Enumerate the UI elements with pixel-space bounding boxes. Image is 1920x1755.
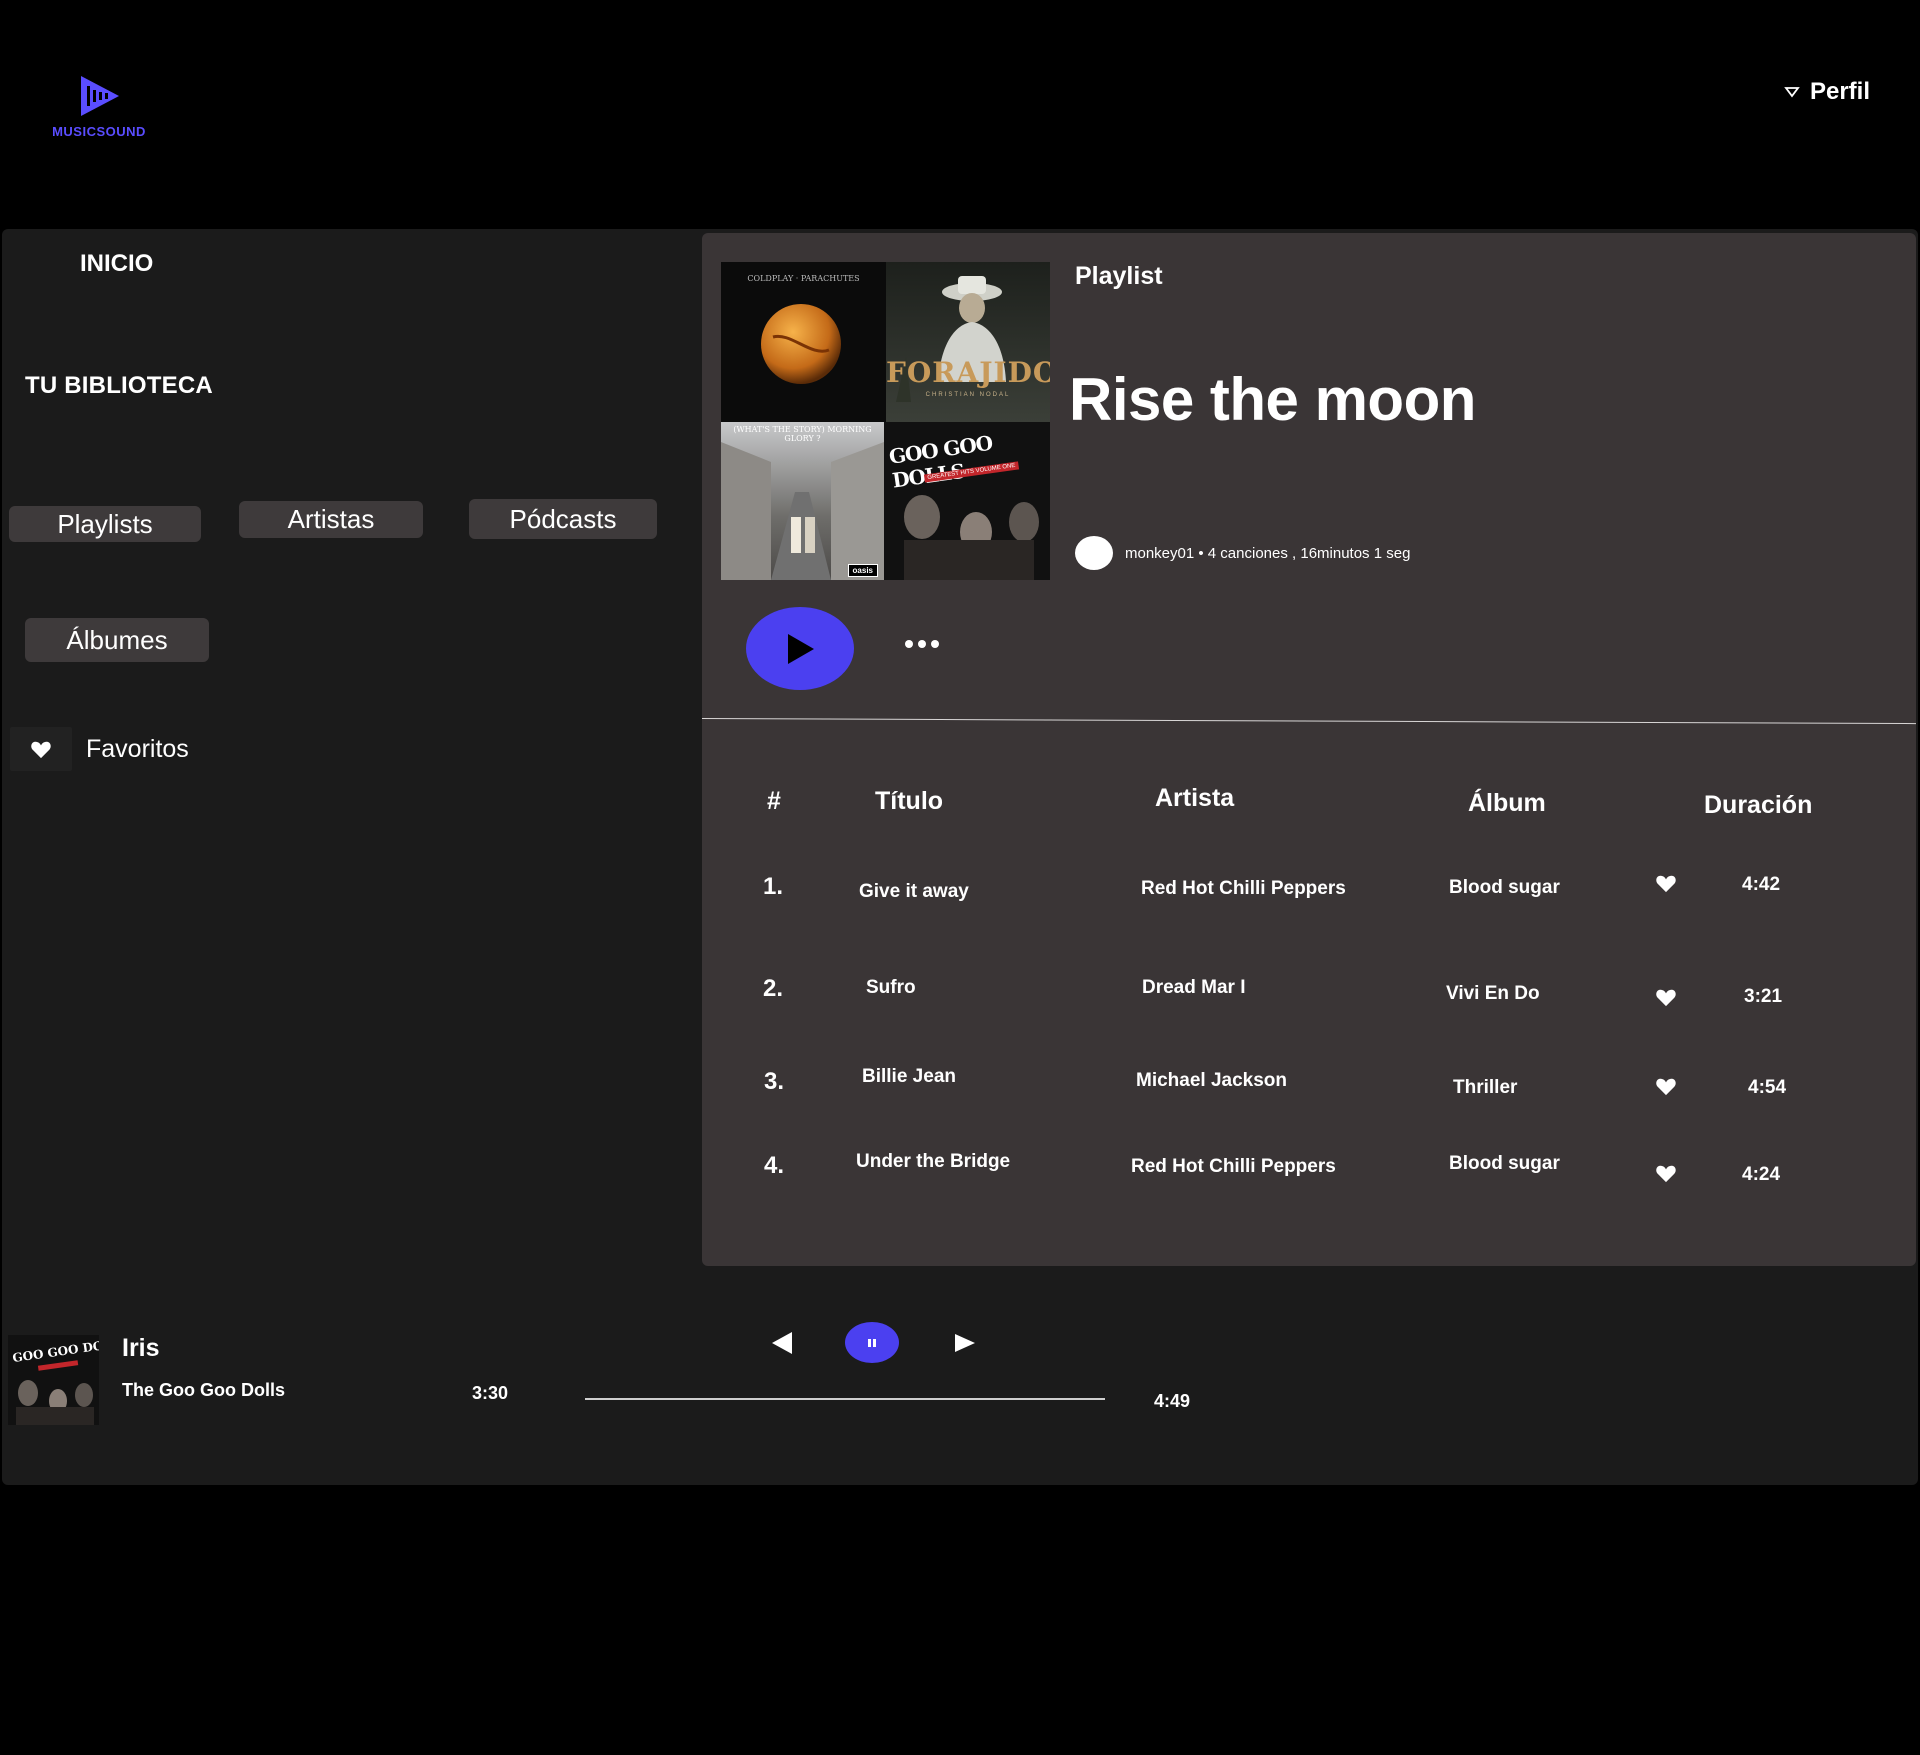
track-artist[interactable]: Red Hot Chilli Peppers <box>1141 878 1346 900</box>
dot-icon <box>905 640 913 648</box>
column-header-album[interactable]: Álbum <box>1468 789 1546 818</box>
cover-badge: oasis <box>847 564 878 577</box>
next-track-icon[interactable] <box>953 1332 977 1354</box>
more-options-button[interactable] <box>905 640 939 648</box>
total-time: 4:49 <box>1154 1391 1191 1411</box>
app-logo[interactable]: MUSICSOUND <box>44 72 154 139</box>
current-time: 3:30 <box>472 1383 509 1403</box>
street-artwork <box>721 442 884 580</box>
playlist-title: Rise the moon <box>1069 366 1476 433</box>
track-number: 1. <box>763 873 784 900</box>
track-artist[interactable]: Red Hot Chilli Peppers <box>1131 1156 1336 1178</box>
favorites-icon-box <box>10 727 72 771</box>
track-artist[interactable]: Dread Mar I <box>1142 977 1245 999</box>
now-playing-title[interactable]: Iris <box>122 1334 160 1363</box>
pause-icon <box>868 1338 876 1347</box>
filter-albums[interactable]: Álbumes <box>25 618 209 662</box>
album-cover-morning-glory: (WHAT'S THE STORY) MORNING GLORY ? oasis <box>721 422 884 580</box>
track-duration: 4:42 <box>1742 874 1781 895</box>
playlist-kind: Playlist <box>1075 262 1163 290</box>
now-playing-artist[interactable]: The Goo Goo Dolls <box>122 1380 285 1401</box>
cover-subtitle: CHRISTIAN NODAL <box>925 392 1011 398</box>
pause-button[interactable] <box>845 1322 899 1363</box>
chevron-down-icon <box>1784 87 1800 98</box>
nav-favorites[interactable]: Favoritos <box>10 727 189 771</box>
album-cover-goo-goo-dolls: GOO GOO DOLLS GREATEST HITS VOLUME ONE <box>884 422 1050 580</box>
column-header-duration[interactable]: Duración <box>1704 791 1812 820</box>
dot-icon <box>931 640 939 648</box>
cowboy-artwork <box>896 276 1006 402</box>
logo-icon <box>81 76 119 116</box>
band-artwork <box>16 1360 94 1425</box>
filter-artists[interactable]: Artistas <box>239 501 423 538</box>
playlist-meta-text: monkey01 • 4 canciones , 16minutos 1 seg <box>1125 544 1411 562</box>
band-artwork <box>904 495 1039 580</box>
track-artist[interactable]: Michael Jackson <box>1136 1070 1287 1092</box>
track-duration: 4:54 <box>1748 1077 1787 1098</box>
filter-playlists[interactable]: Playlists <box>9 506 201 542</box>
heart-icon[interactable] <box>1655 1163 1677 1183</box>
track-title[interactable]: Give it away <box>859 881 969 903</box>
track-title[interactable]: Sufro <box>866 977 916 999</box>
heart-icon[interactable] <box>1655 987 1677 1007</box>
nav-library[interactable]: TU BIBLIOTECA <box>25 372 213 400</box>
profile-label: Perfil <box>1809 78 1870 105</box>
planet-artwork <box>761 304 841 384</box>
track-title[interactable]: Billie Jean <box>862 1066 956 1088</box>
column-header-title[interactable]: Título <box>875 787 943 816</box>
track-duration: 3:21 <box>1744 986 1783 1007</box>
heart-icon <box>31 741 51 759</box>
track-number: 3. <box>764 1068 785 1095</box>
nav-home[interactable]: INICIO <box>80 250 153 278</box>
track-duration: 4:24 <box>1742 1164 1781 1185</box>
column-header-artist[interactable]: Artista <box>1155 784 1234 813</box>
profile-menu[interactable]: Perfil <box>1784 78 1870 106</box>
track-number: 2. <box>763 975 784 1002</box>
filter-podcasts[interactable]: Pódcasts <box>469 499 657 539</box>
heart-icon[interactable] <box>1655 873 1677 893</box>
track-album[interactable]: Vivi En Do <box>1446 983 1540 1005</box>
play-button[interactable] <box>746 607 854 690</box>
track-title[interactable]: Under the Bridge <box>856 1151 1010 1173</box>
album-cover-parachutes: COLDPLAY · PARACHUTES <box>721 262 886 422</box>
heart-icon[interactable] <box>1655 1076 1677 1096</box>
column-header-number: # <box>767 787 781 815</box>
track-album[interactable]: Blood sugar <box>1449 877 1560 899</box>
progress-bar[interactable] <box>585 1398 1105 1400</box>
track-album[interactable]: Blood sugar <box>1449 1153 1560 1175</box>
album-cover-forajido: FORAJIDO CHRISTIAN NODAL <box>886 262 1050 422</box>
cover-title: FORAJIDO <box>886 356 1050 389</box>
avatar[interactable] <box>1075 536 1113 570</box>
logo-text: MUSICSOUND <box>52 124 146 139</box>
track-number: 4. <box>764 1152 785 1179</box>
play-icon <box>788 633 814 664</box>
now-playing-cover[interactable]: GOO GOO DOLLS <box>8 1335 99 1425</box>
track-album[interactable]: Thriller <box>1453 1077 1517 1099</box>
previous-track-icon[interactable] <box>770 1330 794 1356</box>
favorites-label: Favoritos <box>86 734 189 763</box>
dot-icon <box>918 640 926 648</box>
playlist-meta: monkey01 • 4 canciones , 16minutos 1 seg <box>1075 536 1410 570</box>
